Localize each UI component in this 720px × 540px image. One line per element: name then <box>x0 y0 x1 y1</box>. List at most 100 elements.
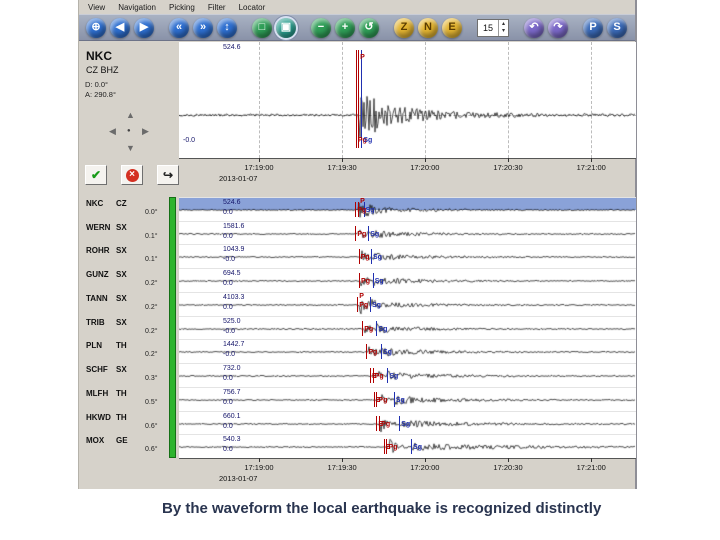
cancel-button[interactable]: × <box>121 165 143 185</box>
waveform-canvas <box>179 221 636 246</box>
pick-line-sg <box>372 273 374 289</box>
trace-row-hkwd[interactable]: 660.1 0.0 E Pg Sg <box>179 410 636 436</box>
station-row-schf[interactable]: SCHF SX 0.3° <box>79 363 179 387</box>
phase-s-button[interactable]: S <box>607 17 627 38</box>
axis-tick-label: 17:20:30 <box>493 163 523 172</box>
pick-line-pg <box>355 225 357 241</box>
menu-item-picking[interactable]: Picking <box>169 3 195 12</box>
station-distance: 0.1° <box>145 232 158 240</box>
menu-item-view[interactable]: View <box>88 3 105 12</box>
waveform-canvas <box>179 198 636 222</box>
pick-line-e <box>376 415 378 431</box>
zoom-window-button[interactable]: □ <box>252 17 272 38</box>
pick-line-pg <box>355 202 357 217</box>
nav-left-icon[interactable]: ◀ <box>109 127 116 136</box>
trace-row-mlfh[interactable]: 756.7 0.0 E Pg Sg <box>179 386 636 412</box>
trace-min-amplitude: 0.0 <box>223 422 233 430</box>
station-row-gunz[interactable]: GUNZ SX 0.2° <box>79 268 179 292</box>
pick-label-pg: Pg <box>374 373 384 381</box>
redo-button[interactable]: ↷ <box>548 17 568 38</box>
trace-min-amplitude: -0.0 <box>183 137 196 144</box>
trace-max-amplitude: 4103.3 <box>223 293 245 301</box>
trace-min-amplitude: 0.0 <box>223 398 233 406</box>
overview-button[interactable]: ⊕ <box>86 17 106 38</box>
station-code: TANN <box>86 293 108 303</box>
zoom-selected-button[interactable]: ▣ <box>276 17 296 38</box>
menu-item-navigation[interactable]: Navigation <box>118 3 156 12</box>
axis-tick <box>258 158 260 162</box>
component-n-button[interactable]: N <box>418 17 438 38</box>
station-row-tann[interactable]: TANN SX 0.2° <box>79 292 179 316</box>
step-back-button[interactable]: ◀ <box>110 17 130 38</box>
confirm-button[interactable]: ✔ <box>85 165 107 185</box>
panel-divider[interactable] <box>169 197 176 458</box>
spinner-arrows[interactable]: ▴ ▾ <box>498 19 508 36</box>
station-network: SX <box>116 317 127 327</box>
spinner-down-icon[interactable]: ▾ <box>499 28 508 35</box>
pick-line-p <box>358 50 360 148</box>
station-row-rohr[interactable]: ROHR SX 0.1° <box>79 244 179 268</box>
trace-max-amplitude: 660.1 <box>223 412 241 420</box>
station-distance: 0.2° <box>145 303 158 311</box>
trace-nav-pad: ▲ ◀ ● ▶ ▼ <box>109 111 153 157</box>
zoom-in-button[interactable]: + <box>335 17 355 38</box>
undo-button[interactable]: ↶ <box>524 17 544 38</box>
station-distance: 0.6° <box>145 422 158 430</box>
trace-row-wern[interactable]: 1581.6 0.0 Pg Sg <box>179 220 636 246</box>
station-row-wern[interactable]: WERN SX 0.1° <box>79 221 179 245</box>
station-row-mlfh[interactable]: MLFH TH 0.5° <box>79 387 179 411</box>
shift-right-button[interactable]: » <box>193 17 213 38</box>
trace-row-schf[interactable]: 732.0 0.0 E Pg Sg <box>179 363 636 389</box>
trace-min-amplitude: 0.0 <box>223 280 233 288</box>
nav-up-icon[interactable]: ▲ <box>126 111 135 120</box>
pick-label-sg: Sg <box>370 230 380 238</box>
axis-tick <box>424 158 426 162</box>
component-e-button[interactable]: E <box>442 17 462 38</box>
nav-center-icon[interactable]: ● <box>127 128 131 134</box>
station-distance: 0.2° <box>145 351 158 359</box>
pick-label-pg: Pg <box>357 230 367 238</box>
station-row-hkwd[interactable]: HKWD TH 0.6° <box>79 411 179 435</box>
station-row-pln[interactable]: PLN TH 0.2° <box>79 339 179 363</box>
trace-row-tann[interactable]: 4103.3 0.0 P Pg Sg <box>179 291 636 317</box>
pick-line-pg <box>358 249 360 265</box>
toolbar-group-gap <box>158 27 165 28</box>
pick-line-sg <box>376 320 378 336</box>
trace-max-amplitude: 524.6 <box>223 44 241 51</box>
shift-left-button[interactable]: « <box>169 17 189 38</box>
pan-button[interactable]: ↕ <box>217 17 237 38</box>
trace-row-trib[interactable]: 525.0 -0.0 Pg Sg <box>179 315 636 341</box>
phase-p-button[interactable]: P <box>583 17 603 38</box>
station-distance: 0.1° <box>145 256 158 264</box>
waveform-canvas <box>179 292 636 317</box>
station-code: SCHF <box>86 365 108 375</box>
menu-item-filter[interactable]: Filter <box>208 3 226 12</box>
step-forward-button[interactable]: ▶ <box>134 17 154 38</box>
trace-min-amplitude: 0.0 <box>223 375 233 383</box>
pick-label-pg: Pg <box>361 278 370 286</box>
trace-count-spinner[interactable]: 15 ▴ ▾ <box>477 18 509 37</box>
zoom-reset-button[interactable]: ↺ <box>359 17 379 38</box>
station-row-nkc[interactable]: NKC CZ 0.0° <box>79 197 179 221</box>
trace-row-gunz[interactable]: 694.5 0.0 Pg Sg <box>179 268 636 294</box>
single-trace-plot[interactable]: 524.6 -0.0 P Pg Sg <box>179 42 636 159</box>
trace-row-mox[interactable]: 540.3 0.0 E Pg Sg <box>179 434 636 460</box>
axis-tick-label: 17:20:00 <box>410 463 440 472</box>
station-code: ROHR <box>86 246 110 256</box>
slide: View Navigation Picking Filter Locator ⊕ ◀ ▶ «»… <box>0 0 720 540</box>
pick-label-p: P <box>360 54 365 61</box>
trace-row-pln[interactable]: 1442.7 -0.0 Pg Sg <box>179 339 636 365</box>
nav-right-icon[interactable]: ▶ <box>142 127 149 136</box>
menu-item-locator[interactable]: Locator <box>239 3 266 12</box>
spinner-up-icon[interactable]: ▴ <box>499 21 508 28</box>
station-row-mox[interactable]: MOX GE 0.6° <box>79 434 179 458</box>
zoom-out-button[interactable]: − <box>311 17 331 38</box>
trace-row-rohr[interactable]: 1043.9 -0.0 Pg Sg <box>179 244 636 270</box>
nav-down-icon[interactable]: ▼ <box>126 144 135 153</box>
axis-tick-label: 17:19:30 <box>327 163 357 172</box>
station-row-trib[interactable]: TRIB SX 0.2° <box>79 316 179 340</box>
export-button[interactable]: ↪ <box>157 165 179 185</box>
component-z-button[interactable]: Z <box>394 17 414 38</box>
trace-row-nkc[interactable]: 524.6 0.0 P Pg Sg <box>179 197 636 222</box>
trace-max-amplitude: 524.6 <box>223 199 241 206</box>
